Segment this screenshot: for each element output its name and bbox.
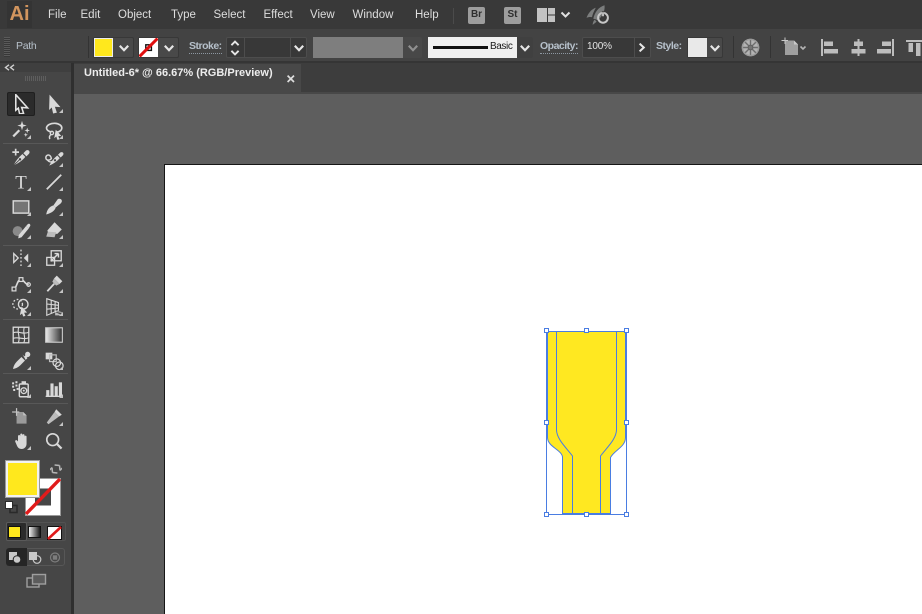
svg-text:T: T [15,173,27,192]
